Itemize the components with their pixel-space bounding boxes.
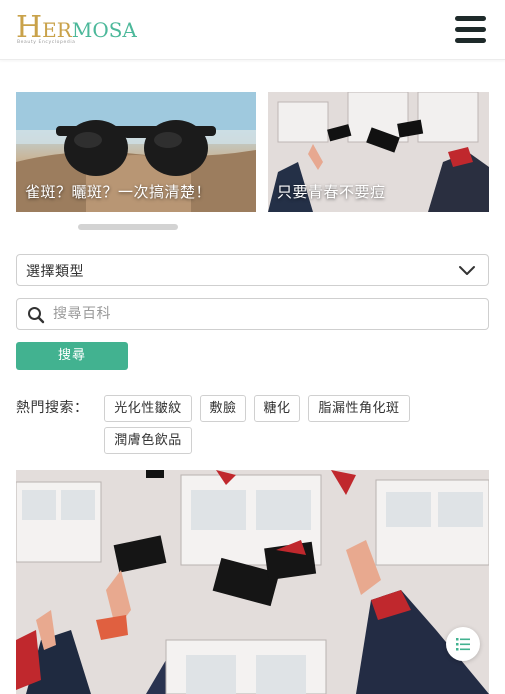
carousel-card-freckles[interactable]: 雀斑？曬斑？一次搞清楚！ (16, 92, 256, 212)
hot-search-label: 熱門搜索： (16, 400, 89, 416)
hot-tag[interactable]: 糖化 (254, 395, 300, 422)
type-select-value: 選擇類型 (26, 264, 84, 280)
carousel-scrollbar[interactable] (78, 224, 178, 230)
search-button[interactable]: 搜尋 (16, 342, 128, 370)
hero-image[interactable] (16, 470, 489, 694)
site-header: HERMOSA Beauty Encyclopedia (0, 0, 505, 60)
hot-tag[interactable]: 脂漏性角化斑 (308, 395, 410, 422)
chevron-down-icon (459, 266, 475, 275)
hot-tag[interactable]: 光化性皺紋 (104, 395, 192, 422)
search-input[interactable] (53, 302, 473, 326)
hamburger-menu-icon[interactable] (454, 14, 488, 46)
carousel-card-title: 雀斑？曬斑？一次搞清楚！ (25, 183, 212, 201)
search-box (16, 298, 489, 330)
carousel-card-title: 只要青春不要痘 (277, 183, 386, 201)
site-logo[interactable]: HERMOSA Beauty Encyclopedia (16, 12, 137, 48)
article-carousel: 雀斑？曬斑？一次搞清楚！ 只要青春不要痘 (16, 92, 489, 212)
hot-tag[interactable]: 潤膚色飲品 (104, 427, 192, 454)
type-select[interactable]: 選擇類型 (16, 254, 489, 286)
list-menu-icon[interactable] (446, 627, 480, 661)
graduation-photo (16, 470, 489, 694)
search-icon (28, 307, 45, 324)
list-icon (456, 638, 470, 651)
hot-tag[interactable]: 敷臉 (200, 395, 246, 422)
logo-tagline: Beauty Encyclopedia (17, 40, 76, 45)
carousel-card-acne[interactable]: 只要青春不要痘 (268, 92, 489, 212)
